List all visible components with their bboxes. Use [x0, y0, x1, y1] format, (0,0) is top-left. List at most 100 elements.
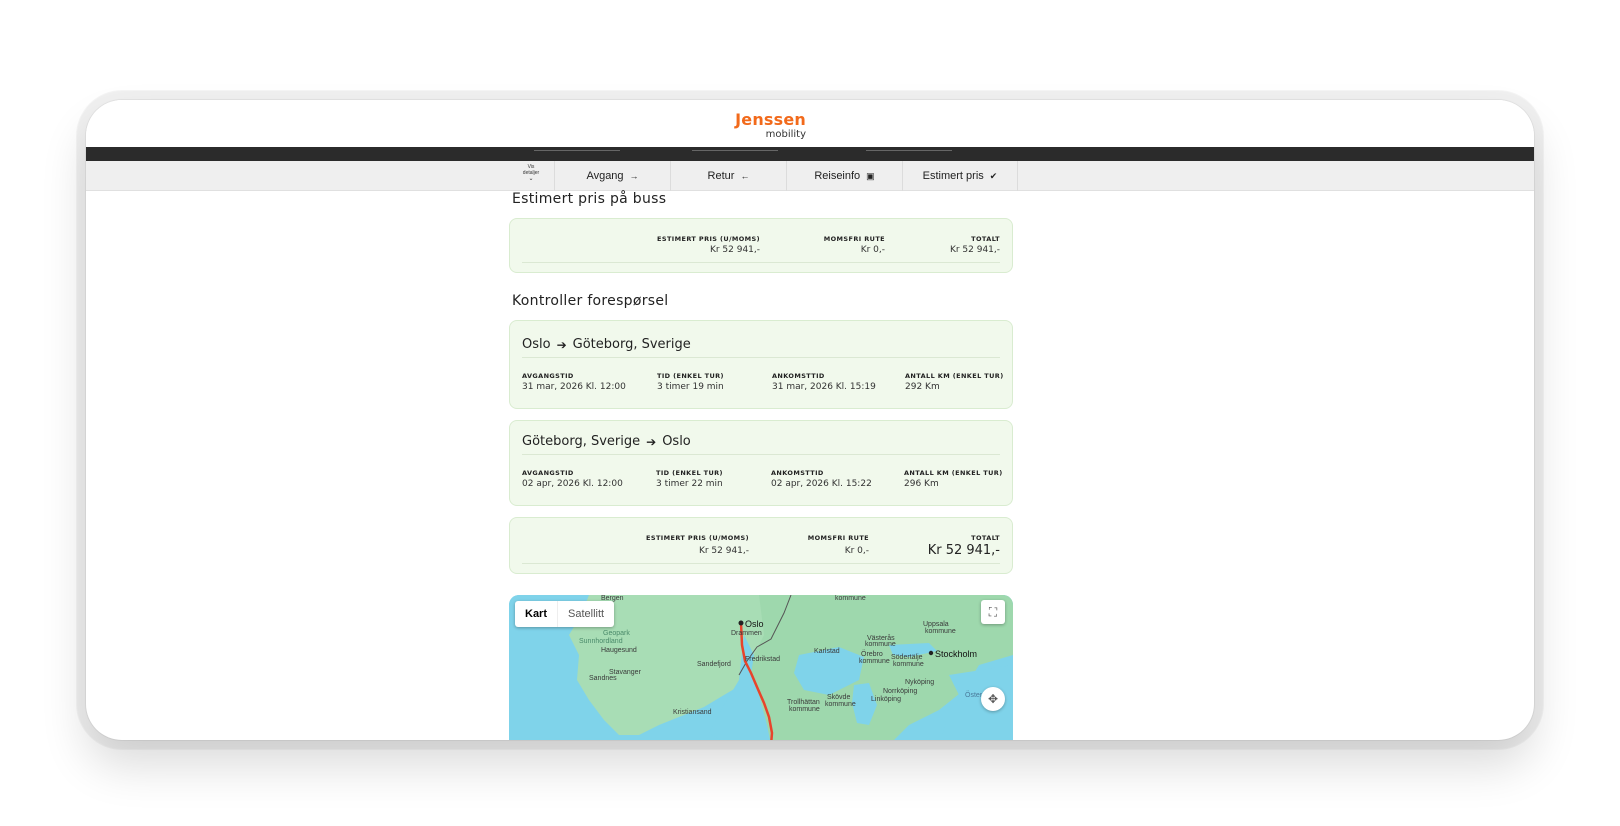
tab-label: Estimert pris — [922, 170, 984, 182]
arrow-right-icon: ➔ — [646, 434, 657, 449]
vat-free-value: Kr 0,- — [844, 546, 869, 556]
map-label: kommune — [865, 641, 896, 648]
tab-retur[interactable]: Retur ← — [670, 161, 786, 191]
total-label: TOTALT — [971, 235, 1000, 243]
route-to: Göteborg, Sverige — [572, 337, 691, 352]
top-header: Jenssen mobility — [86, 100, 1534, 147]
check-icon: ✔ — [989, 170, 998, 181]
map-label: kommune — [893, 661, 924, 668]
est-price-value: Kr 52 941,- — [698, 546, 749, 556]
tab-label: Retur — [707, 170, 735, 182]
map-label: Sandnes — [589, 675, 617, 682]
map-label: Trollhättan — [787, 699, 820, 706]
distance-label: ANTALL KM (ENKEL TUR) — [904, 469, 1003, 477]
est-price-label: ESTIMERT PRIS (U/MOMS) — [646, 534, 749, 542]
details-toggle[interactable]: Vis detaljer ⌄ — [511, 164, 551, 190]
arrow-right-icon: ➔ — [556, 337, 567, 352]
arrival-value: 02 apr, 2026 Kl. 15:22 — [771, 479, 872, 489]
vat-free-value: Kr 0,- — [860, 245, 885, 255]
est-price-value: Kr 52 941,- — [709, 245, 760, 255]
arrival-label: ANKOMSTTID — [772, 372, 825, 380]
vat-free-label: MOMSFRI RUTE — [807, 534, 869, 542]
map-label: Skövde — [827, 694, 851, 701]
vat-free-label: MOMSFRI RUTE — [823, 235, 885, 243]
map-label: Karlstad — [814, 648, 840, 655]
divider — [522, 357, 1000, 358]
map-label: Haugesund — [601, 647, 637, 654]
map-label: Norrköping — [883, 688, 918, 695]
map-label: Linköping — [871, 696, 901, 703]
map-label: kommune — [925, 628, 956, 635]
tab-avgang[interactable]: Avgang → — [554, 161, 670, 191]
form-field-fragment — [866, 147, 952, 151]
map-type-toggle[interactable]: Kart Satellitt — [515, 601, 615, 627]
departure-label: AVGANGSTID — [522, 469, 574, 477]
distance-value: 296 Km — [904, 479, 939, 489]
tab-label: Avgang — [586, 170, 624, 182]
map-label: Nyköping — [905, 679, 935, 686]
distance-value: 292 Km — [905, 382, 940, 392]
departure-label: AVGANGSTID — [522, 372, 574, 380]
route-title: Göteborg, Sverige ➔ Oslo — [522, 434, 691, 449]
divider — [522, 563, 1000, 564]
tab-estimert-pris[interactable]: Estimert pris ✔ — [902, 161, 1018, 191]
fullscreen-icon[interactable]: ⛶ — [981, 600, 1005, 624]
map-tab-satellitt[interactable]: Satellitt — [557, 601, 614, 627]
logo-wordmark: Jenssen — [735, 110, 806, 129]
departure-value: 31 mar, 2026 Kl. 12:00 — [522, 382, 626, 392]
est-price-label: ESTIMERT PRIS (U/MOMS) — [657, 235, 760, 243]
route-from: Oslo — [522, 337, 551, 352]
route-title: Oslo ➔ Göteborg, Sverige — [522, 337, 691, 352]
map-label: Fredrikstad — [745, 656, 781, 663]
form-field-fragment — [534, 147, 620, 151]
total-price-card: ESTIMERT PRIS (U/MOMS) Kr 52 941,- MOMSF… — [509, 517, 1013, 574]
route-to: Oslo — [662, 434, 691, 449]
section-title-request: Kontroller forespørsel — [512, 293, 669, 309]
map-label: kommune — [825, 701, 856, 708]
route-from: Göteborg, Sverige — [522, 434, 641, 449]
map-label: kommune — [789, 706, 820, 713]
browser-frame: Jenssen mobility Vis detaljer ⌄ Avgang →… — [86, 100, 1534, 740]
jenssen-logo[interactable]: Jenssen mobility — [726, 112, 806, 141]
chevron-down-icon: ⌄ — [528, 176, 534, 182]
logo-subtitle: mobility — [765, 129, 806, 140]
map-label: Sandefjord — [697, 661, 731, 668]
divider — [522, 262, 1000, 263]
map-tab-kart[interactable]: Kart — [515, 601, 557, 627]
section-title-price: Estimert pris på buss — [512, 191, 667, 207]
map-label: Öster — [965, 692, 983, 699]
arrow-left-icon: ← — [740, 171, 750, 181]
map-label: kommune — [835, 595, 866, 602]
calendar-icon: ▣ — [866, 170, 875, 181]
map-label: Sunnhordland — [579, 638, 623, 645]
map-label: Oslo — [745, 619, 764, 629]
departure-value: 02 apr, 2026 Kl. 12:00 — [522, 479, 623, 489]
map-label: Kristiansand — [673, 709, 712, 716]
map-label: Geopark — [603, 630, 630, 637]
map-label: Uppsala — [923, 621, 949, 628]
form-field-fragment — [692, 147, 778, 151]
total-value: Kr 52 941,- — [949, 245, 1000, 255]
form-bar-clipped — [86, 147, 1534, 161]
distance-label: ANTALL KM (ENKEL TUR) — [905, 372, 1004, 380]
arrival-label: ANKOMSTTID — [771, 469, 824, 477]
map-label: Örebro — [861, 651, 883, 658]
total-value: Kr 52 941,- — [927, 543, 1000, 558]
trip-leg-card: Oslo ➔ Göteborg, Sverige AVGANGSTID 31 m… — [509, 320, 1013, 409]
tab-reiseinfo[interactable]: Reiseinfo ▣ — [786, 161, 902, 191]
map-label: Drammen — [731, 630, 762, 637]
duration-value: 3 timer 19 min — [657, 382, 724, 392]
divider — [522, 454, 1000, 455]
duration-value: 3 timer 22 min — [656, 479, 723, 489]
price-summary-card: ESTIMERT PRIS (U/MOMS) Kr 52 941,- MOMSF… — [509, 218, 1013, 273]
arrival-value: 31 mar, 2026 Kl. 15:19 — [772, 382, 876, 392]
map-label: Stockholm — [935, 649, 978, 659]
tab-label: Reiseinfo — [814, 170, 861, 182]
duration-label: TID (ENKEL TUR) — [657, 372, 724, 380]
route-map[interactable]: Kart Satellitt ⛶ ✥ Bergen kommune Oslo D… — [509, 595, 1013, 740]
duration-label: TID (ENKEL TUR) — [656, 469, 723, 477]
map-label: Södertälje — [891, 654, 923, 661]
total-label: TOTALT — [971, 534, 1000, 542]
camera-control-icon[interactable]: ✥ — [981, 687, 1005, 711]
trip-leg-card: Göteborg, Sverige ➔ Oslo AVGANGSTID 02 a… — [509, 420, 1013, 506]
